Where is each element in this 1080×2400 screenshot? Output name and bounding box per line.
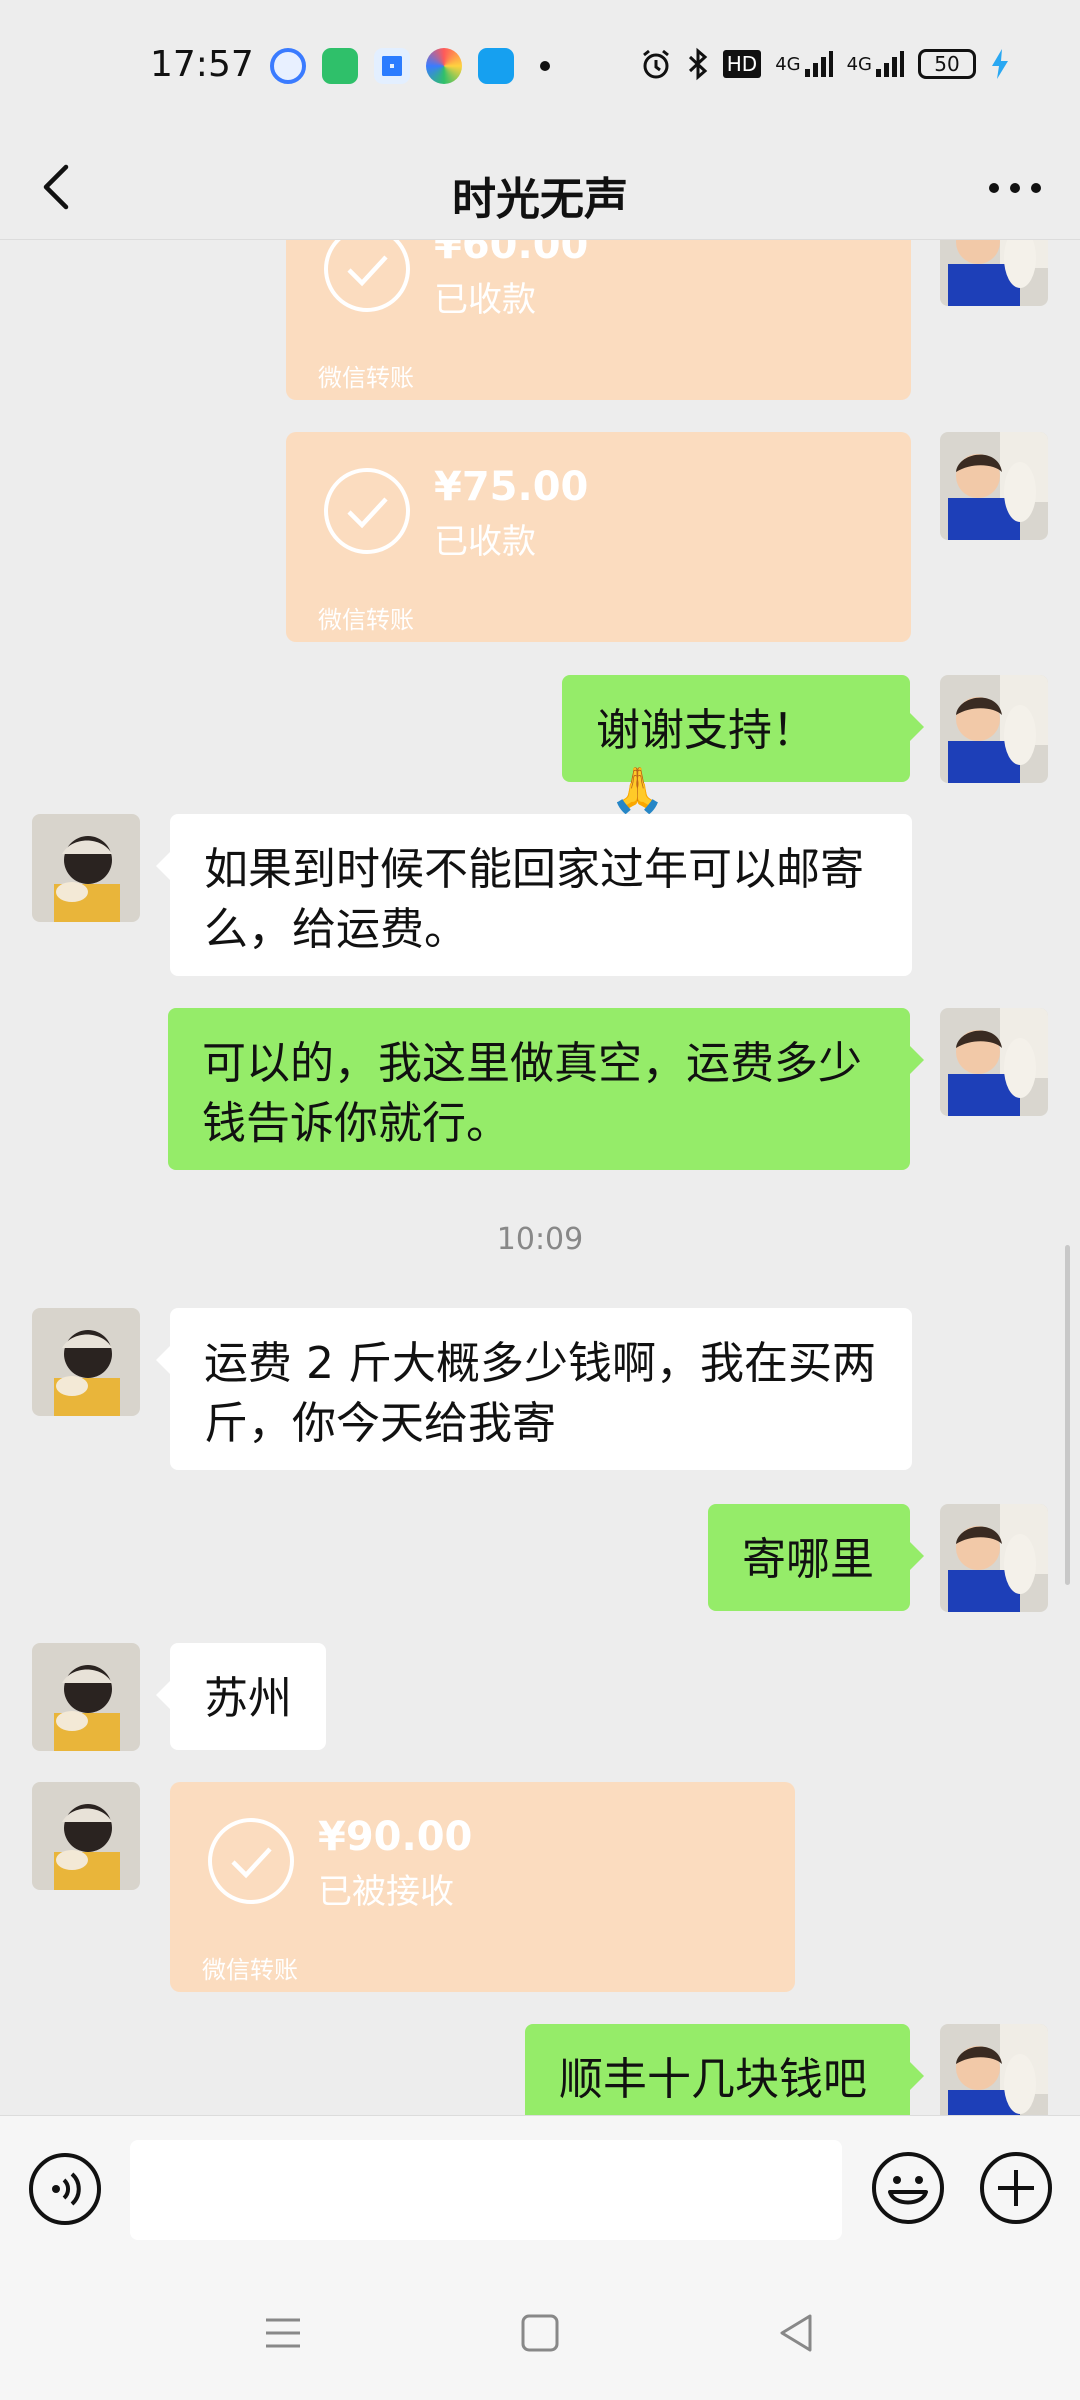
check-circle-icon <box>324 240 410 312</box>
bluetooth-icon <box>687 46 709 82</box>
transfer-amount: ¥75.00 <box>434 464 589 510</box>
contact-avatar[interactable] <box>32 1308 140 1416</box>
my-avatar[interactable] <box>940 240 1048 306</box>
more-notifications-dot <box>540 61 550 71</box>
check-circle-icon <box>324 468 410 554</box>
transfer-amount: ¥90.00 <box>318 1814 473 1860</box>
message-text: 谢谢支持！ <box>596 705 816 756</box>
my-avatar[interactable] <box>940 432 1048 540</box>
menu-nav-button[interactable] <box>258 2308 308 2358</box>
home-nav-button[interactable] <box>515 2308 565 2358</box>
system-navigation-bar <box>0 2260 1080 2400</box>
transfer-amount: ¥60.00 <box>434 240 589 268</box>
emoji-button[interactable] <box>870 2150 946 2226</box>
voice-button[interactable] <box>28 2152 102 2226</box>
message-text: 寄哪里 <box>742 1534 874 1585</box>
status-time: 17:57 <box>150 44 254 85</box>
received-message[interactable]: 苏州 <box>156 1643 326 1750</box>
voice-icon <box>29 2153 101 2225</box>
system-status: HD 4G 4G 50 <box>639 46 1010 82</box>
colorful-app-icon <box>426 48 462 84</box>
message-timestamp: 10:09 <box>496 1222 584 1257</box>
message-list[interactable]: ¥60.00 已收款 微信转账 ¥75.00 已收款 微信转账 谢谢支持！ 🙏 … <box>0 240 1080 2115</box>
more-dots-icon <box>989 183 1041 193</box>
signal-icon-1: 4G <box>775 46 833 82</box>
more-button[interactable] <box>980 155 1050 215</box>
status-bar: 17:57 HD 4G 4G 50 <box>0 0 1080 135</box>
circle-app-icon <box>374 48 410 84</box>
check-circle-icon <box>208 1818 294 1904</box>
message-text: 运费 2 斤大概多少钱啊，我在买两斤，你今天给我寄 <box>204 1338 876 1449</box>
chat-title: 时光无声 <box>452 174 628 225</box>
emoji-icon <box>872 2152 944 2224</box>
my-avatar[interactable] <box>940 1504 1048 1612</box>
transfer-label: 微信转账 <box>202 1956 298 1984</box>
transfer-card[interactable]: ¥60.00 已收款 微信转账 <box>286 240 911 400</box>
sent-message[interactable]: 谢谢支持！ 🙏 <box>562 675 924 816</box>
home-square-icon <box>521 2314 559 2352</box>
contact-avatar[interactable] <box>32 1782 140 1890</box>
charging-icon <box>990 46 1010 82</box>
transfer-status: 已收款 <box>434 280 536 320</box>
blue-app-icon <box>478 48 514 84</box>
message-input[interactable] <box>130 2140 842 2240</box>
transfer-status: 已收款 <box>434 522 536 562</box>
menu-icon <box>266 2318 300 2348</box>
contact-avatar[interactable] <box>32 1643 140 1751</box>
alarm-icon <box>639 46 673 82</box>
scrollbar[interactable] <box>1065 1245 1070 1585</box>
sent-message[interactable]: 可以的，我这里做真空，运费多少钱告诉你就行。 <box>168 1008 924 1170</box>
message-text: 顺丰十几块钱吧 <box>559 2054 867 2105</box>
my-avatar[interactable] <box>940 1008 1048 1116</box>
my-avatar[interactable] <box>940 2024 1048 2115</box>
contact-avatar[interactable] <box>32 814 140 922</box>
chat-header: 时光无声 <box>0 135 1080 240</box>
transfer-card[interactable]: ¥90.00 已被接收 微信转账 <box>170 1782 795 1992</box>
message-text: 可以的，我这里做真空，运费多少钱告诉你就行。 <box>202 1038 862 1149</box>
battery-level: 50 <box>934 52 960 76</box>
browser-app-icon <box>270 48 306 84</box>
back-nav-button[interactable] <box>772 2308 822 2358</box>
sent-message[interactable]: 寄哪里 <box>708 1504 924 1611</box>
received-message[interactable]: 运费 2 斤大概多少钱啊，我在买两斤，你今天给我寄 <box>156 1308 912 1470</box>
transfer-status: 已被接收 <box>318 1872 454 1912</box>
network-type-2: 4G <box>846 53 872 75</box>
my-avatar[interactable] <box>940 675 1048 783</box>
notification-icons <box>270 48 550 84</box>
transfer-label: 微信转账 <box>318 606 414 634</box>
message-text: 如果到时候不能回家过年可以邮寄么，给运费。 <box>204 844 864 955</box>
hd-badge: HD <box>722 50 762 78</box>
folded-hands-emoji: 🙏 <box>610 765 665 816</box>
back-triangle-icon <box>780 2314 812 2352</box>
message-text: 苏州 <box>204 1673 292 1724</box>
signal-icon-2: 4G <box>847 46 904 82</box>
input-bar <box>0 2115 1080 2260</box>
sent-message[interactable]: 顺丰十几块钱吧 <box>525 2024 924 2115</box>
store-app-icon <box>322 48 358 84</box>
received-message[interactable]: 如果到时候不能回家过年可以邮寄么，给运费。 <box>156 814 912 976</box>
plus-icon <box>980 2152 1052 2224</box>
battery-icon: 50 <box>918 49 976 79</box>
more-functions-button[interactable] <box>978 2150 1054 2226</box>
transfer-card[interactable]: ¥75.00 已收款 微信转账 <box>286 432 911 642</box>
transfer-label: 微信转账 <box>318 364 414 392</box>
network-type-1: 4G <box>775 53 801 75</box>
